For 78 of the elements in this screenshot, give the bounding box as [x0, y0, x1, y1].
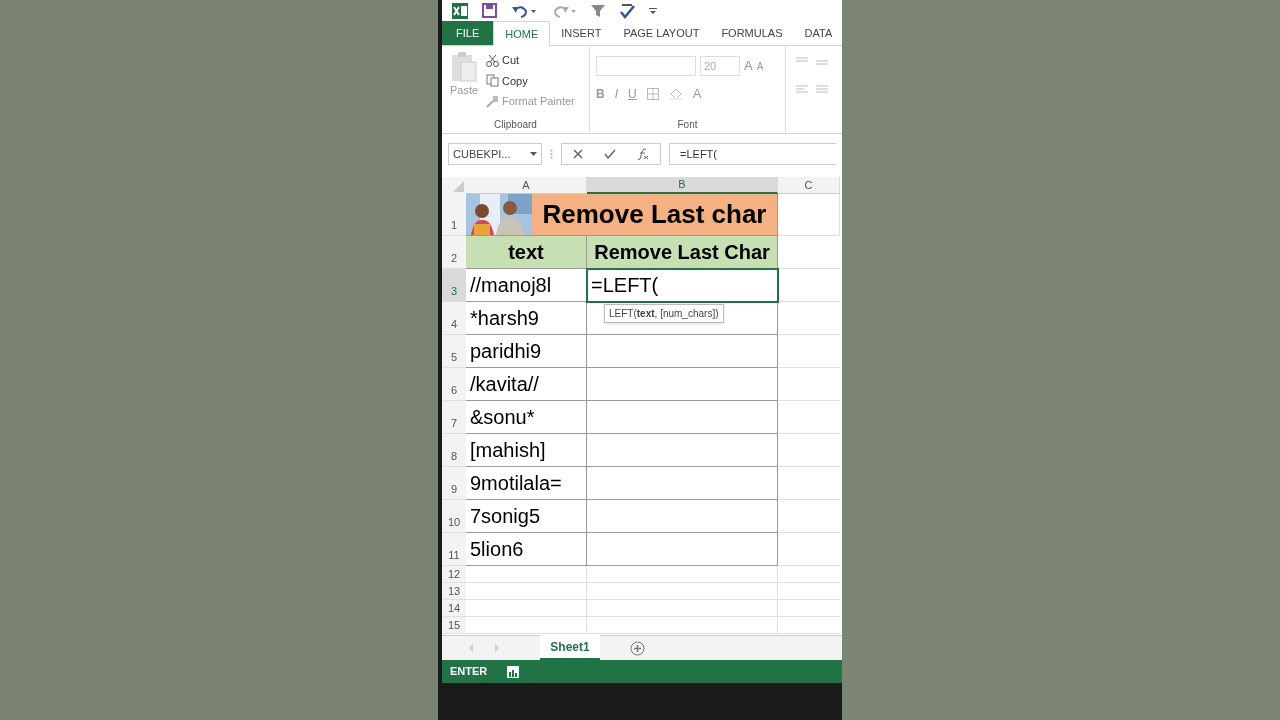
row-header[interactable]: 3	[442, 269, 466, 302]
spelling-check-icon[interactable]	[619, 2, 635, 19]
table-cell[interactable]: /kavita//	[466, 368, 587, 401]
empty-cell[interactable]	[587, 401, 778, 434]
row-header[interactable]: 11	[442, 533, 466, 566]
redo-icon[interactable]	[551, 3, 577, 18]
empty-cell[interactable]	[587, 467, 778, 500]
clipboard-icon	[451, 52, 477, 82]
drag-handle-icon	[550, 149, 553, 159]
font-name-field[interactable]	[596, 56, 696, 76]
table-cell[interactable]: //manoj8l	[466, 269, 587, 302]
formula-field[interactable]: =LEFT(	[669, 143, 836, 165]
macro-record-icon[interactable]	[507, 665, 520, 678]
row-header[interactable]: 13	[442, 583, 466, 600]
name-box[interactable]: CUBEKPI...	[448, 143, 542, 165]
dropdown-arrow-icon	[530, 152, 537, 156]
save-icon[interactable]	[482, 3, 497, 18]
ribbon-tab[interactable]: HOME	[493, 21, 551, 46]
scroll-right-icon[interactable]	[494, 644, 500, 652]
empty-cell[interactable]	[587, 500, 778, 533]
ribbon-tab[interactable]: FILE	[442, 21, 494, 45]
row-header[interactable]: 14	[442, 600, 466, 617]
column-heading-cell[interactable]: text	[466, 236, 587, 269]
add-sheet-icon[interactable]	[630, 641, 645, 656]
column-header[interactable]: C	[778, 177, 840, 194]
status-mode: ENTER	[450, 664, 488, 680]
filter-icon[interactable]	[591, 3, 605, 18]
row-header[interactable]: 7	[442, 401, 466, 434]
table-cell[interactable]: paridhi9	[466, 335, 587, 368]
ribbon-tab[interactable]: PAGE LAYOUT	[612, 21, 711, 45]
ribbon-tab[interactable]: INSERT	[550, 21, 613, 45]
row-header[interactable]: 12	[442, 566, 466, 583]
column-heading-cell[interactable]: Remove Last Char	[587, 236, 778, 269]
empty-cell[interactable]	[587, 434, 778, 467]
title-cell-text: Remove Last char	[541, 198, 768, 231]
row-header[interactable]: 9	[442, 467, 466, 500]
function-icon[interactable]	[637, 148, 650, 160]
row-header[interactable]: 2	[442, 236, 466, 269]
ribbon-tab[interactable]: DATA	[793, 21, 842, 45]
sheet-tab[interactable]: Sheet1	[540, 635, 600, 660]
undo-icon[interactable]	[511, 3, 537, 18]
row-header[interactable]: 6	[442, 368, 466, 401]
table-cell[interactable]: =LEFT(	[587, 269, 778, 302]
paintbrush-icon	[486, 94, 499, 108]
scroll-left-icon[interactable]	[468, 644, 474, 652]
function-tooltip: LEFT(text, [num_chars])	[604, 304, 724, 323]
column-header[interactable]: B	[587, 177, 778, 194]
select-all-corner-icon[interactable]	[442, 177, 466, 194]
table-cell[interactable]: 7sonig5	[466, 500, 587, 533]
table-cell[interactable]: 9motilala=	[466, 467, 587, 500]
group-label: Clipboard	[493, 118, 538, 132]
empty-cell[interactable]	[587, 335, 778, 368]
column-header[interactable]: A	[466, 177, 587, 194]
borders-icon[interactable]	[646, 87, 659, 100]
table-cell[interactable]: &sonu*	[466, 401, 587, 434]
table-cell[interactable]: *harsh9	[466, 302, 587, 335]
empty-cell[interactable]	[587, 533, 778, 566]
group-label: Font	[676, 118, 699, 132]
copy-button[interactable]: Copy	[486, 72, 575, 89]
row-header[interactable]: 5	[442, 335, 466, 368]
row-header[interactable]: 4	[442, 302, 466, 335]
excel-icon[interactable]	[452, 2, 468, 19]
empty-cell[interactable]	[587, 368, 778, 401]
cut-button[interactable]: Cut	[486, 52, 575, 69]
row-header[interactable]: 10	[442, 500, 466, 533]
table-cell[interactable]: 5lion6	[466, 533, 587, 566]
row-header[interactable]: 8	[442, 434, 466, 467]
customize-toolbar-icon[interactable]	[649, 6, 657, 15]
cancel-icon[interactable]	[572, 149, 583, 159]
checkmark-icon[interactable]	[604, 149, 616, 159]
fill-color-icon[interactable]	[668, 87, 683, 100]
copy-icon	[486, 74, 499, 88]
scissors-icon	[486, 53, 499, 67]
row-header[interactable]: 1	[442, 194, 466, 236]
row-header[interactable]: 15	[442, 617, 466, 634]
ribbon-tab[interactable]: FORMULAS	[710, 21, 794, 45]
empty-cell[interactable]	[587, 302, 778, 335]
table-cell[interactable]: [mahish]	[466, 434, 587, 467]
